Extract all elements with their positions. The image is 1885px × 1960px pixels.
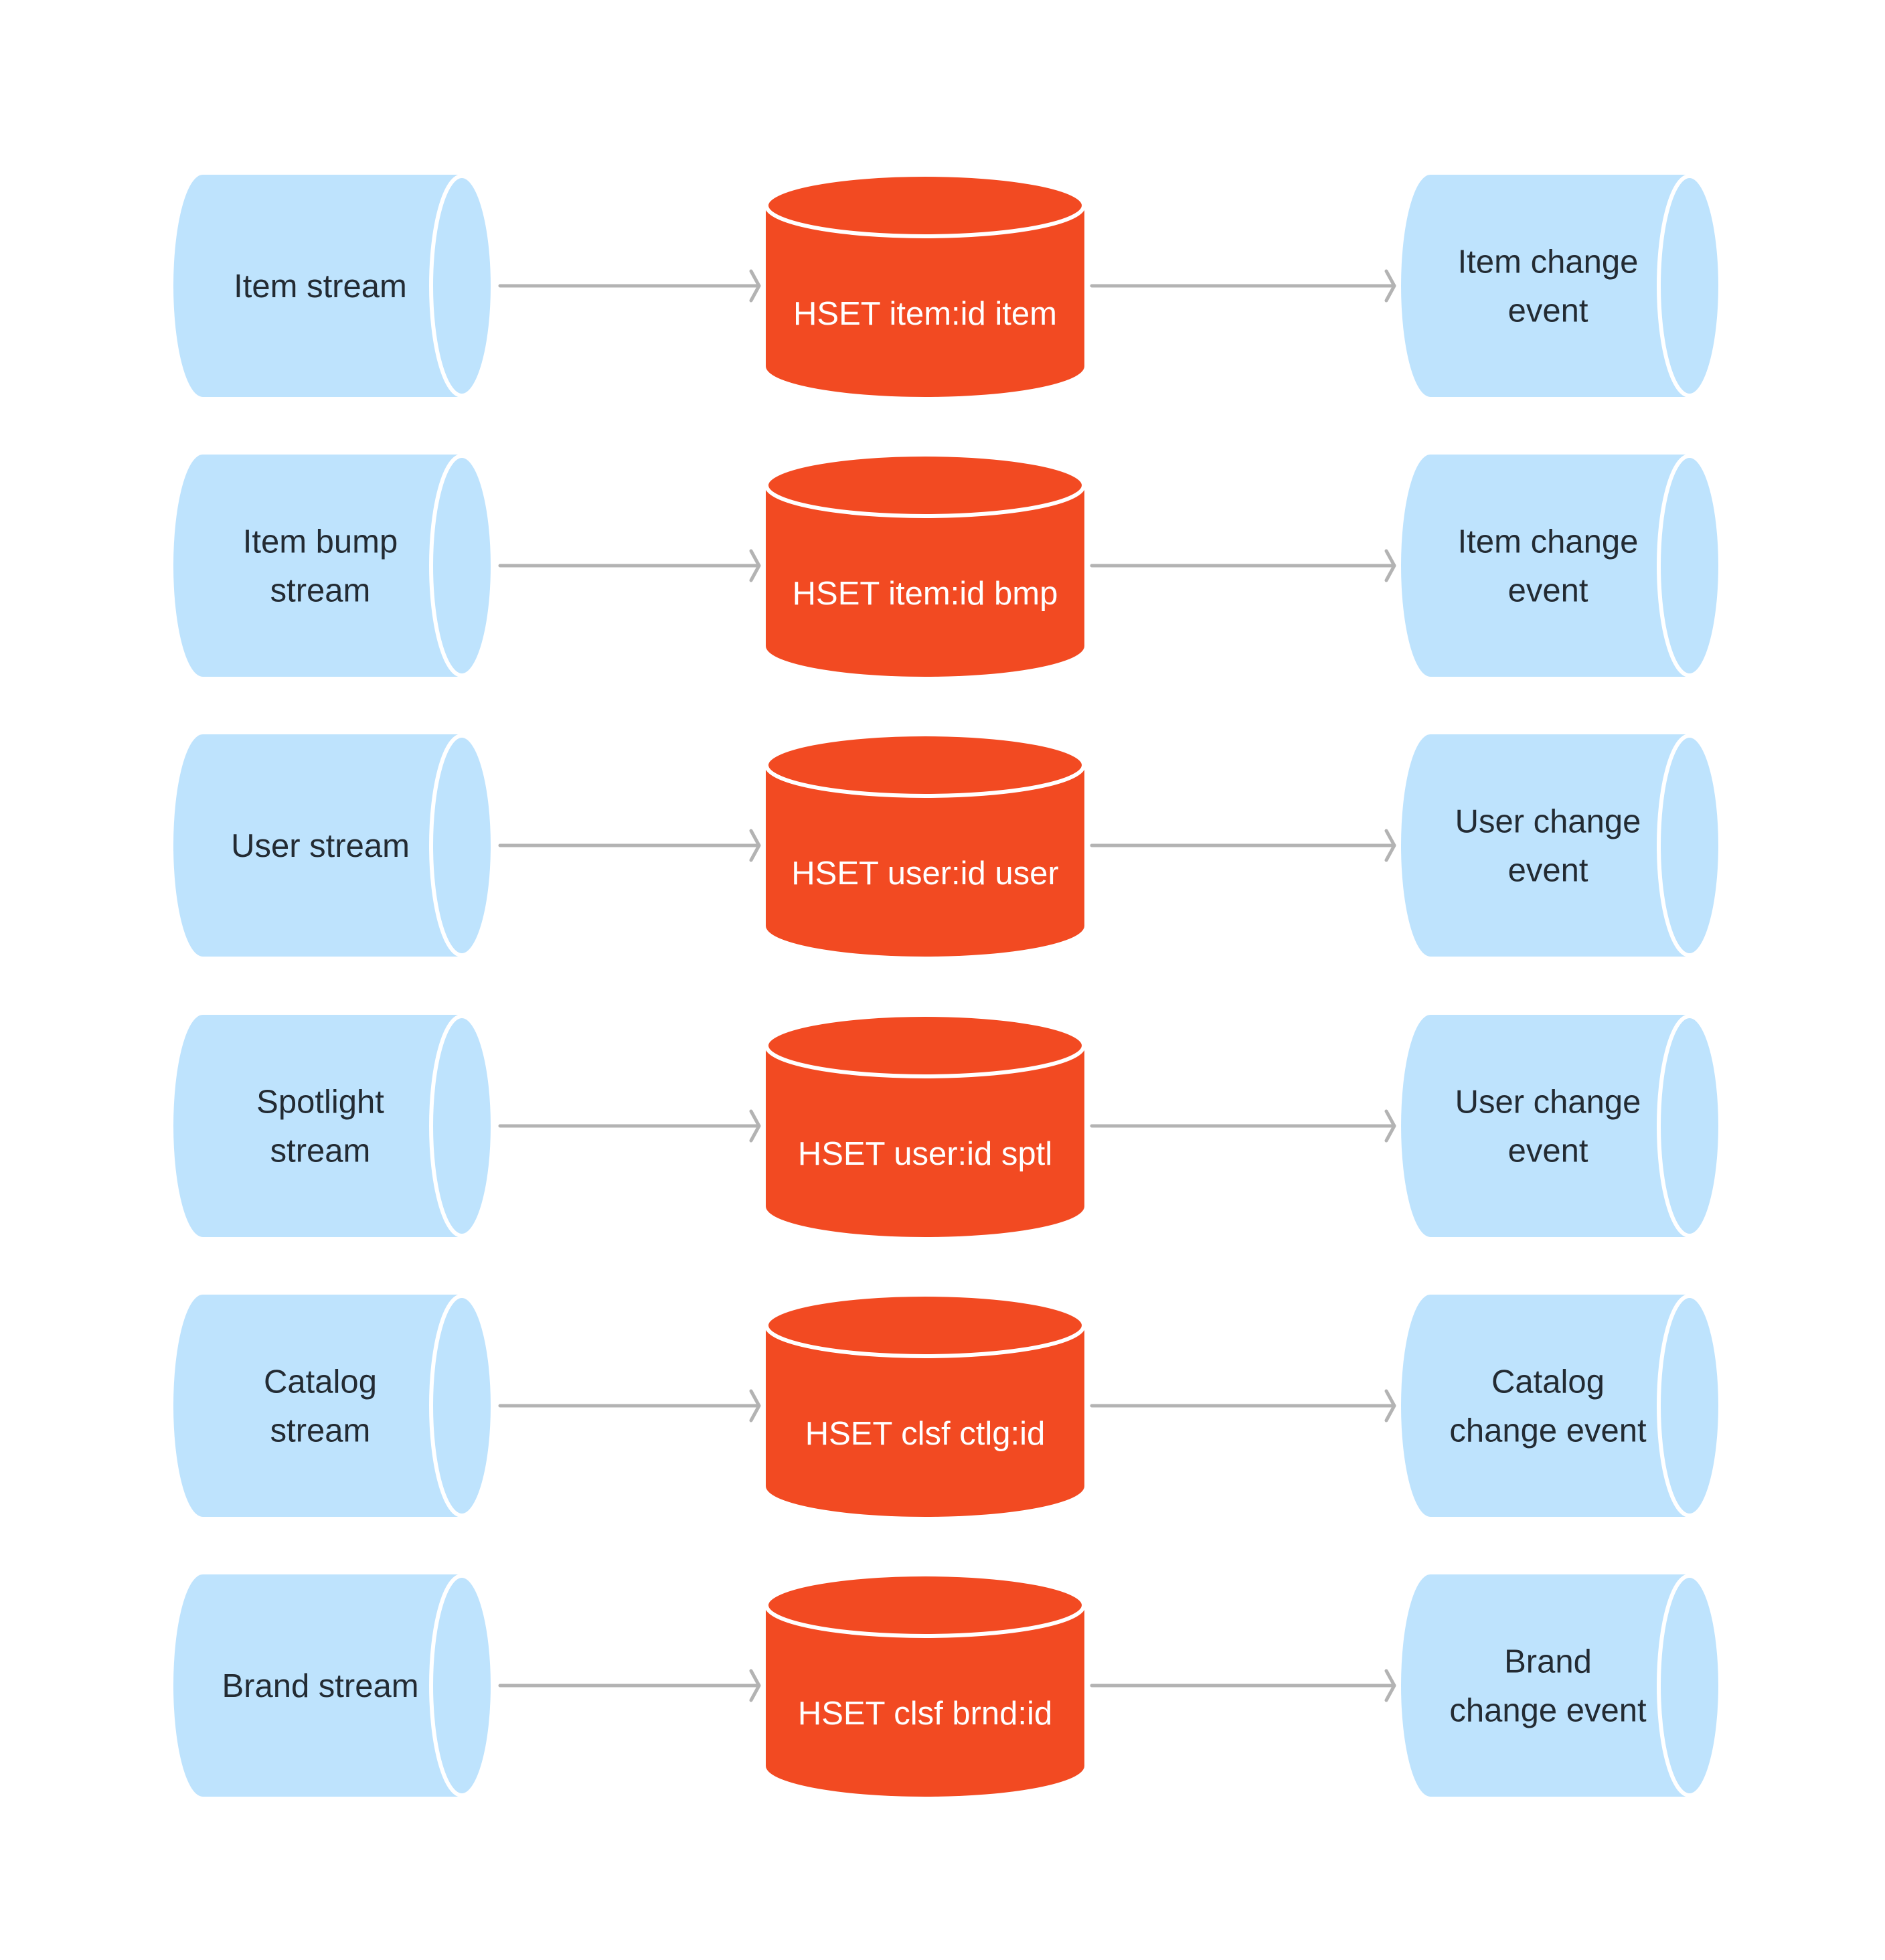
pipeline-row: Item stream HSET item:id item Item change e…	[173, 173, 1722, 398]
change-event-label: Catalog	[1491, 1364, 1605, 1400]
change-event-cap	[1657, 454, 1722, 677]
source-stream-cap	[429, 174, 495, 398]
change-event-label: Item change	[1458, 244, 1639, 280]
change-event-cap	[1657, 1294, 1722, 1518]
hset-database-label: HSET user:id user	[791, 855, 1058, 892]
hset-database-top	[764, 173, 1086, 238]
change-event-label: User change	[1455, 1084, 1641, 1121]
source-stream-label: Item stream	[234, 268, 407, 305]
source-to-store-arrow	[498, 1389, 761, 1422]
hset-database: HSET item:id item	[764, 173, 1086, 397]
source-to-store-arrow	[498, 1109, 761, 1143]
store-to-event-arrow	[1090, 269, 1396, 303]
source-stream-label: stream	[270, 1413, 371, 1449]
source-stream-body	[173, 455, 462, 677]
change-event-cap	[1657, 734, 1722, 957]
store-to-event-arrow	[1090, 829, 1396, 862]
change-event-body	[1401, 1015, 1690, 1237]
change-event-label: change event	[1449, 1693, 1647, 1729]
source-stream-cap	[429, 454, 495, 677]
hset-database-top	[764, 1572, 1086, 1638]
source-stream-label: Brand stream	[222, 1668, 418, 1704]
source-stream-label: Item bump	[243, 524, 398, 560]
source-stream-body	[173, 1015, 462, 1237]
hset-database-label: HSET user:id sptl	[798, 1136, 1052, 1172]
source-stream-cap	[429, 1574, 495, 1797]
hset-database-label: HSET item:id bmp	[793, 576, 1058, 612]
hset-database: HSET clsf brnd:id	[764, 1572, 1086, 1797]
change-event-cap	[1657, 174, 1722, 398]
hset-database-top	[764, 1293, 1086, 1358]
change-event-label: event	[1508, 1133, 1588, 1169]
stream-pipeline-diagram: Item stream HSET item:id item Item change e…	[173, 173, 1722, 1797]
pipeline-row: Item bump stream HSET item:id bmp Item chan…	[173, 453, 1722, 677]
pipeline-row: Spotlight stream HSET user:id sptl User cha…	[173, 1013, 1722, 1238]
hset-database-top	[764, 1013, 1086, 1078]
change-event-label: Item change	[1458, 524, 1639, 560]
source-stream-label: Spotlight	[256, 1084, 384, 1121]
source-stream-cap	[429, 734, 495, 957]
source-to-store-arrow	[498, 549, 761, 582]
store-to-event-arrow	[1090, 1389, 1396, 1422]
store-to-event-arrow	[1090, 1669, 1396, 1702]
pipeline-row: Brand stream HSET clsf brnd:id Brand change…	[173, 1572, 1722, 1797]
source-stream-body	[173, 1295, 462, 1517]
change-event-body	[1401, 455, 1690, 677]
change-event-label: event	[1508, 853, 1588, 889]
store-to-event-arrow	[1090, 1109, 1396, 1143]
source-stream-label: Catalog	[264, 1364, 377, 1400]
hset-database: HSET user:id user	[764, 732, 1086, 957]
store-to-event-arrow	[1090, 549, 1396, 582]
hset-database: HSET clsf ctlg:id	[764, 1293, 1086, 1517]
hset-database-top	[764, 732, 1086, 798]
source-stream-cap	[429, 1014, 495, 1238]
change-event-label: Brand	[1504, 1644, 1592, 1680]
change-event-label: event	[1508, 573, 1588, 609]
source-to-store-arrow	[498, 269, 761, 303]
change-event-label: User change	[1455, 804, 1641, 840]
change-event-cap	[1657, 1014, 1722, 1238]
change-event-body	[1401, 734, 1690, 957]
hset-database-label: HSET item:id item	[793, 296, 1057, 332]
hset-database: HSET item:id bmp	[764, 453, 1086, 677]
change-event-label: change event	[1449, 1413, 1647, 1449]
source-stream-label: stream	[270, 573, 371, 609]
change-event-body	[1401, 1574, 1690, 1797]
change-event-body	[1401, 1295, 1690, 1517]
source-stream-label: stream	[270, 1133, 371, 1169]
change-event-body	[1401, 175, 1690, 397]
pipeline-row: User stream HSET user:id user User change e…	[173, 732, 1722, 957]
hset-database-label: HSET clsf ctlg:id	[805, 1416, 1046, 1452]
source-to-store-arrow	[498, 1669, 761, 1702]
hset-database-top	[764, 453, 1086, 518]
source-stream-cap	[429, 1294, 495, 1518]
source-to-store-arrow	[498, 829, 761, 862]
change-event-cap	[1657, 1574, 1722, 1797]
hset-database-label: HSET clsf brnd:id	[798, 1696, 1052, 1732]
hset-database: HSET user:id sptl	[764, 1013, 1086, 1237]
source-stream-label: User stream	[231, 828, 410, 864]
change-event-label: event	[1508, 293, 1588, 329]
pipeline-row: Catalog stream HSET clsf ctlg:id Catalog cha…	[173, 1293, 1722, 1518]
